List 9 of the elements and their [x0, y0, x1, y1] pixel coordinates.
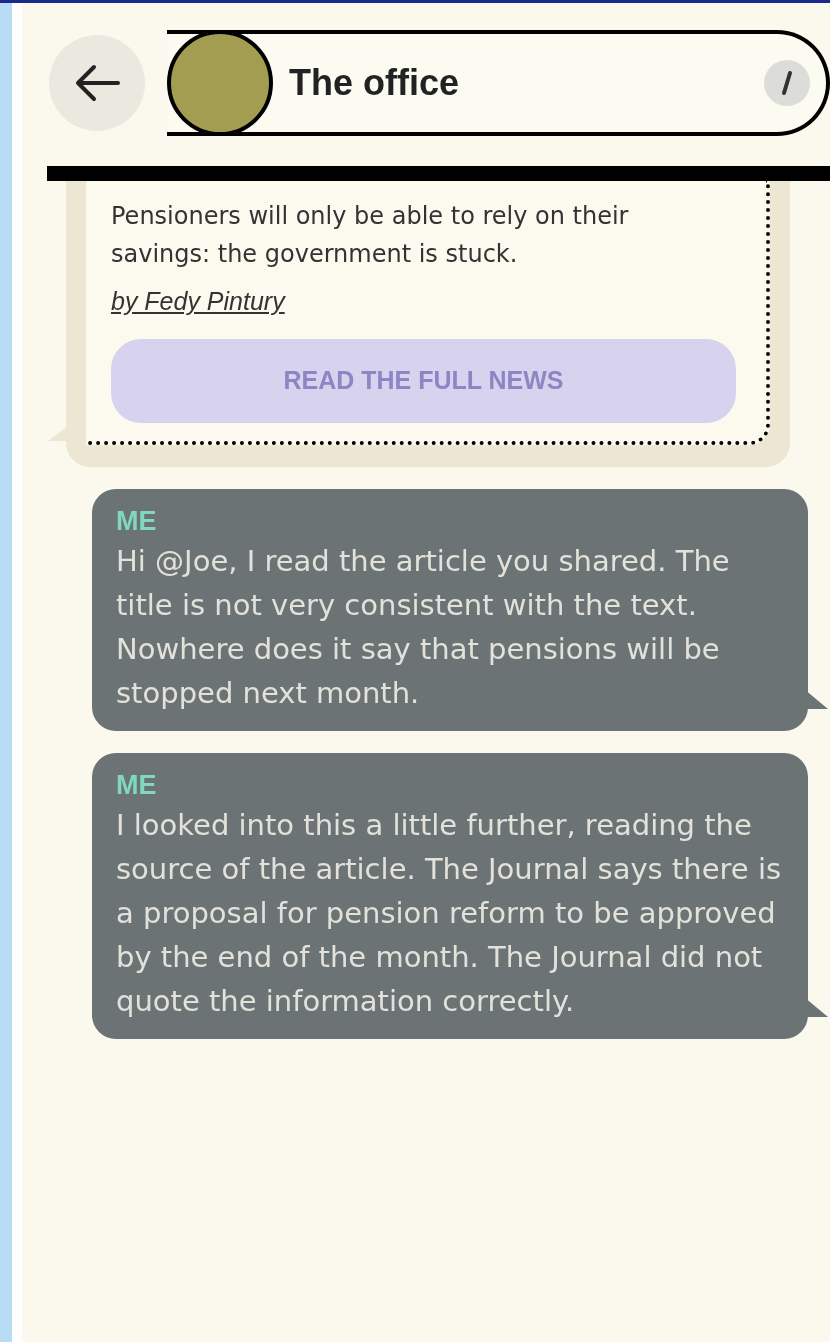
- message-text: Hi @Joe, I read the article you shared. The title is not very consistent with the text. Nowhere does it say that pensions will be stopped next month.: [116, 542, 731, 712]
- info-icon[interactable]: [764, 59, 810, 106]
- sender-name: ME: [116, 768, 158, 802]
- news-summary: Pensioners will only be able to rely on their savings: the government is stuck.: [111, 201, 630, 270]
- author-link[interactable]: by Fedy Pintury: [111, 283, 285, 321]
- message-text: I looked into this a little further, reading the source of the article. The Journal says there is a proposal for pension reform to be approved by the end of the month. The Journal did not quote the information correctly.: [116, 806, 783, 1020]
- chat-title-bar[interactable]: The office: [167, 29, 830, 136]
- chat-title: The office: [289, 60, 459, 105]
- sender-name: ME: [116, 504, 158, 538]
